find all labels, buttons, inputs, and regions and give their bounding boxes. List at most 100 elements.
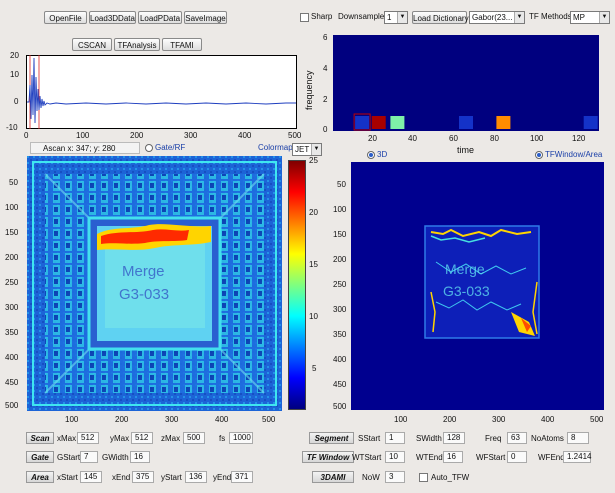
fs-label: fs: [219, 434, 226, 443]
cscan-button[interactable]: CSCAN: [72, 38, 112, 51]
colormap-select[interactable]: JET ▼: [292, 143, 322, 156]
cscan-ytick: 100: [5, 203, 19, 212]
tfwindow-area-radio[interactable]: [535, 151, 543, 159]
load-dictionary-button[interactable]: Load Dictionary: [412, 11, 469, 24]
swidth-field[interactable]: 128: [443, 432, 465, 444]
ymax-label: yMax: [110, 434, 130, 443]
wtend-field[interactable]: 16: [443, 451, 463, 463]
cscan-overlay-text-1: Merge: [122, 263, 165, 280]
dictionary-select[interactable]: Gabor(23... ▼: [469, 11, 525, 24]
tf-atom-point: [583, 116, 598, 129]
cscan-image[interactable]: Merge G3-033: [27, 156, 282, 411]
xstart-field[interactable]: 145: [80, 471, 102, 483]
zmax-field[interactable]: 500: [183, 432, 205, 444]
ymax-field[interactable]: 512: [131, 432, 153, 444]
wfend-field[interactable]: 1.2414: [563, 451, 591, 463]
freq-xtick: 60: [449, 134, 458, 143]
chevron-down-icon: ▼: [599, 12, 609, 23]
sharp-checkbox[interactable]: [300, 13, 309, 22]
yend-field[interactable]: 371: [231, 471, 253, 483]
colorbar-tick: 15: [309, 260, 318, 269]
auto-tfw-checkbox[interactable]: [419, 473, 428, 482]
wfstart-field[interactable]: 0: [507, 451, 527, 463]
colormap-value: JET: [295, 145, 310, 154]
open-file-button[interactable]: OpenFile: [44, 11, 87, 24]
3d-radio[interactable]: [367, 151, 375, 159]
colorbar[interactable]: [288, 160, 306, 410]
tf-methods-select[interactable]: MP ▼: [570, 11, 610, 24]
ascan-xtick: 0: [24, 131, 29, 140]
gwidth-field[interactable]: 16: [130, 451, 150, 463]
freq-xtick: 120: [572, 134, 586, 143]
xend-label: xEnd: [112, 473, 131, 482]
chevron-down-icon: ▼: [397, 12, 407, 23]
sharp-label: Sharp: [311, 12, 333, 21]
now-field[interactable]: 3: [385, 471, 405, 483]
cscan-ytick: 50: [9, 178, 18, 187]
cscan-xtick: 400: [215, 415, 229, 424]
tf-atom-point: [390, 116, 405, 129]
xstart-label: xStart: [57, 473, 78, 482]
ystart-label: yStart: [161, 473, 182, 482]
wfstart-label: WFStart: [476, 453, 506, 462]
fs-field[interactable]: 1000: [229, 432, 253, 444]
sstart-label: SStart: [358, 434, 381, 443]
colorbar-tick: 10: [309, 312, 318, 321]
tf-window-section-label: TF Window: [302, 451, 354, 463]
save-image-button[interactable]: SaveImage: [184, 11, 227, 24]
freq-xtick: 100: [530, 134, 544, 143]
tf-analysis-button[interactable]: TFAnalysis: [114, 38, 160, 51]
time-axis-label: time: [457, 145, 475, 155]
cscan-xtick: 100: [65, 415, 79, 424]
xmax-field[interactable]: 512: [77, 432, 99, 444]
ascan-svg: [26, 55, 297, 129]
colorbar-tick: 25: [309, 156, 318, 165]
gwidth-label: GWidth: [102, 453, 129, 462]
freq-ytick: 0: [323, 125, 328, 134]
zmax-label: zMax: [161, 434, 181, 443]
chevron-down-icon: ▼: [311, 144, 321, 155]
3dami-section-label: 3DAMI: [312, 471, 354, 483]
ascan-ytick: 10: [10, 70, 19, 79]
tf-ytick: 400: [333, 355, 347, 364]
tf-ytick: 50: [337, 180, 346, 189]
wfend-label: WFEnd: [538, 453, 565, 462]
tf-xtick: 100: [394, 415, 408, 424]
ascan-xtick: 400: [238, 131, 252, 140]
tf-image-svg: Merge G3-033: [351, 162, 604, 410]
colorbar-tick: 5: [312, 364, 317, 373]
ystart-field[interactable]: 136: [185, 471, 207, 483]
tf-ytick: 450: [333, 380, 347, 389]
gate-section-label: Gate: [26, 451, 54, 463]
ascan-xtick: 100: [76, 131, 90, 140]
tf-overlay-text-2: G3-033: [443, 283, 490, 299]
scan-section-label: Scan: [26, 432, 54, 444]
ascan-xtick: 300: [184, 131, 198, 140]
cscan-ytick: 300: [5, 303, 19, 312]
frequency-time-plot[interactable]: [333, 35, 599, 131]
freq-field[interactable]: 63: [507, 432, 527, 444]
cscan-ytick: 250: [5, 278, 19, 287]
auto-tfw-label: Auto_TFW: [431, 473, 470, 482]
noatoms-field[interactable]: 8: [567, 432, 589, 444]
load-3d-data-button[interactable]: Load3DData: [89, 11, 136, 24]
gstart-field[interactable]: 7: [80, 451, 98, 463]
yend-label: yEnd: [213, 473, 232, 482]
xend-field[interactable]: 375: [132, 471, 154, 483]
tf-image[interactable]: Merge G3-033: [351, 162, 604, 410]
freq-xtick: 80: [490, 134, 499, 143]
tf-ytick: 200: [333, 255, 347, 264]
cscan-xtick: 500: [262, 415, 276, 424]
ascan-ytick: 0: [14, 97, 19, 106]
gate-rf-radio[interactable]: [145, 144, 153, 152]
tfam-button[interactable]: TFAMI: [162, 38, 202, 51]
sstart-field[interactable]: 1: [385, 432, 405, 444]
wtstart-field[interactable]: 10: [385, 451, 405, 463]
chevron-down-icon: ▼: [514, 12, 524, 23]
tf-ytick: 300: [333, 305, 347, 314]
load-p-data-button[interactable]: LoadPData: [138, 11, 182, 24]
ascan-plot[interactable]: [26, 55, 297, 129]
ascan-ytick: -10: [6, 123, 18, 132]
cscan-ytick: 400: [5, 353, 19, 362]
downsample-select[interactable]: 1 ▼: [384, 11, 408, 24]
